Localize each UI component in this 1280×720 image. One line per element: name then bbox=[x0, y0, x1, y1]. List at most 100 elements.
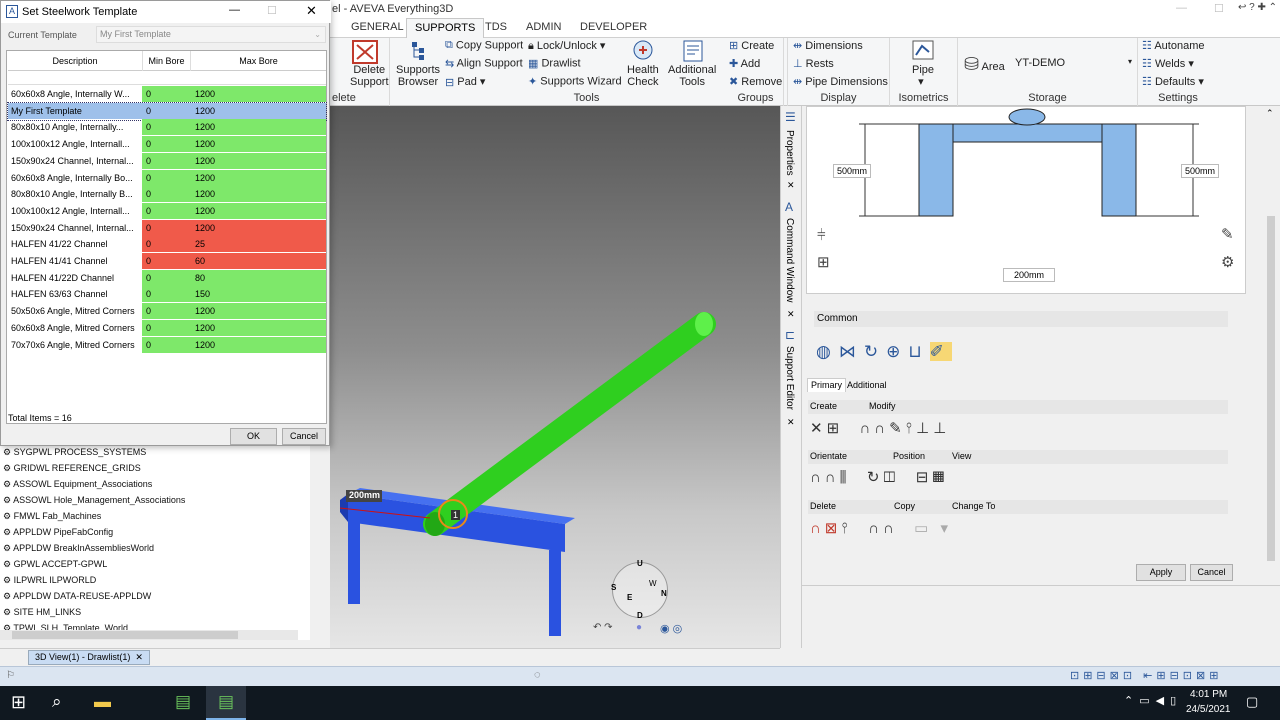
nav-east-label[interactable]: E bbox=[627, 593, 632, 602]
col-min-bore[interactable]: Min Bore bbox=[142, 51, 190, 71]
help-icons[interactable]: ↩ ? ✚ ⌃ bbox=[1238, 2, 1277, 13]
clamp-icon[interactable]: ⊕ bbox=[886, 342, 908, 361]
close-icon[interactable]: ✕ bbox=[787, 417, 795, 428]
tree-item[interactable]: ⚙ GRIDWL REFERENCE_GRIDS bbox=[3, 463, 141, 474]
align-position-icon[interactable]: ◫ bbox=[883, 469, 899, 486]
pipe-iso-button[interactable]: Pipe ▾ bbox=[912, 64, 934, 88]
table-row[interactable]: 150x90x24 Channel, Internal... 0 1200 bbox=[8, 152, 326, 170]
maximize-icon[interactable]: ☐ bbox=[1214, 2, 1224, 15]
nav-dot-icon[interactable]: ● bbox=[636, 622, 642, 633]
grid-filter-row[interactable] bbox=[8, 71, 326, 85]
view-front-icon[interactable]: ⊟ bbox=[916, 469, 933, 486]
cross-member-icon[interactable]: ✕ bbox=[810, 420, 827, 437]
align-support-button[interactable]: ⇆ Align Support bbox=[445, 57, 523, 70]
table-row[interactable]: 150x90x24 Channel, Internal... 0 1200 bbox=[8, 219, 326, 237]
drawlist-button[interactable]: ▦ Drawlist bbox=[528, 57, 581, 70]
tab-supports[interactable]: SUPPORTS bbox=[406, 18, 485, 39]
arch-icon[interactable]: ∩∩ bbox=[860, 420, 890, 437]
clock-date[interactable]: 24/5/2021 bbox=[1186, 704, 1231, 715]
nav-globe-icon[interactable]: ◉ ◎ bbox=[660, 622, 682, 635]
col-description[interactable]: Description bbox=[8, 56, 142, 66]
table-row[interactable]: HALFEN 41/22 Channel 0 25 bbox=[8, 236, 326, 254]
dimensions-button[interactable]: ⇹ Dimensions bbox=[793, 39, 863, 52]
pin-icon[interactable]: ⫯ bbox=[906, 420, 917, 437]
table-row[interactable]: HALFEN 41/41 Channel 0 60 bbox=[8, 253, 326, 270]
member-icon[interactable]: ⫩ bbox=[817, 227, 826, 244]
properties-icon[interactable]: ☰ bbox=[785, 110, 796, 124]
create-group-button[interactable]: ⊞ Create bbox=[729, 39, 774, 52]
search-icon[interactable]: ⌕ bbox=[52, 692, 62, 712]
editor-cancel-button[interactable]: Cancel bbox=[1190, 564, 1233, 581]
change-to-icon[interactable]: ▭ ▾ bbox=[914, 520, 952, 537]
pen-tool-icon[interactable]: ✐ bbox=[929, 342, 952, 361]
rests-button[interactable]: ⊥ Rests bbox=[793, 57, 834, 70]
nav-south-label[interactable]: S bbox=[611, 583, 616, 592]
navigation-globe[interactable]: U S E N D W bbox=[611, 559, 668, 620]
supports-wizard-button[interactable]: ✦ Supports Wizard bbox=[528, 75, 622, 88]
supports-browser-button[interactable]: Supports Browser bbox=[396, 64, 440, 88]
minimize-icon[interactable]: — bbox=[1176, 2, 1187, 14]
additional-tools-icon[interactable] bbox=[682, 39, 704, 66]
settings-grid-icon[interactable]: ⚙ bbox=[1221, 253, 1234, 271]
tab-general[interactable]: GENERAL bbox=[351, 21, 404, 33]
notifications-icon[interactable]: ▢ bbox=[1246, 694, 1258, 710]
bowtie-icon[interactable]: ⋈ bbox=[839, 342, 864, 361]
pipe-iso-icon[interactable] bbox=[912, 40, 934, 63]
file-explorer-icon[interactable]: ▬ bbox=[94, 692, 111, 712]
tree-item[interactable]: ⚙ GPWL ACCEPT-GPWL bbox=[3, 559, 107, 570]
globe-icon[interactable]: ◍ bbox=[816, 342, 839, 361]
maximize-icon[interactable]: ☐ bbox=[267, 4, 277, 17]
tree-item[interactable]: ⚙ ASSOWL Equipment_Associations bbox=[3, 479, 152, 490]
tray-icons[interactable]: ⌃▭◀▯ bbox=[1124, 694, 1182, 707]
editor-vscrollbar[interactable]: ⌃ bbox=[1264, 106, 1278, 581]
windows-start-icon[interactable]: ⊞ bbox=[11, 692, 26, 713]
copy-member-icon[interactable]: ∩∩ bbox=[868, 520, 898, 537]
col-max-bore[interactable]: Max Bore bbox=[190, 51, 326, 71]
table-row[interactable]: 80x80x10 Angle, Internally... 0 1200 bbox=[8, 119, 326, 137]
close-icon[interactable]: ✕ bbox=[787, 180, 795, 191]
3d-scene[interactable] bbox=[330, 106, 780, 648]
clock-time[interactable]: 4:01 PM bbox=[1190, 689, 1227, 700]
nav-down-label[interactable]: D bbox=[637, 611, 643, 620]
delete-leg-icon[interactable]: ⫯ bbox=[841, 520, 852, 537]
add-group-button[interactable]: ✚ Add bbox=[729, 57, 760, 70]
view-grid-icon[interactable]: ▦ bbox=[932, 469, 948, 486]
rotate-icon[interactable]: ↻ bbox=[864, 342, 886, 361]
chevron-down-icon[interactable]: ⌄ bbox=[314, 27, 321, 42]
nav-west-label[interactable]: W bbox=[649, 579, 657, 588]
explorer-hscrollbar[interactable] bbox=[0, 630, 298, 640]
explorer-scroll-thumb[interactable] bbox=[12, 631, 238, 639]
apply-button[interactable]: Apply bbox=[1136, 564, 1186, 581]
member-add-icon[interactable]: ⊞ bbox=[817, 253, 830, 271]
delete-support-icon[interactable] bbox=[352, 40, 378, 64]
pad-button[interactable]: ⊟ Pad ▾ bbox=[445, 75, 485, 89]
health-check-button[interactable]: Health Check bbox=[627, 64, 659, 88]
table-row[interactable]: 60x60x8 Angle, Mitred Corners 0 1200 bbox=[8, 319, 326, 337]
tab-command-window[interactable]: Command Window bbox=[784, 218, 795, 302]
ok-button[interactable]: OK bbox=[230, 428, 277, 445]
table-row[interactable]: 100x100x12 Angle, Internall... 0 1200 bbox=[8, 136, 326, 154]
tree-item[interactable]: ⚙ SYGPWL PROCESS_SYSTEMS bbox=[3, 447, 146, 458]
dialog-cancel-button[interactable]: Cancel bbox=[282, 428, 326, 445]
delete-member-icon[interactable]: ∩ bbox=[810, 520, 825, 537]
supports-browser-icon[interactable] bbox=[410, 40, 430, 65]
chat-icon[interactable]: ◌ bbox=[534, 669, 541, 681]
health-check-icon[interactable] bbox=[632, 39, 654, 66]
tab-primary[interactable]: Primary bbox=[807, 378, 846, 392]
status-tool-icons[interactable]: ⊡⊞⊟⊠⊡ ⇤⊞⊟⊡⊠⊞ bbox=[1070, 669, 1222, 682]
support-editor-icon[interactable]: ⊏ bbox=[785, 328, 795, 342]
tree-item[interactable]: ⚙ APPLDW BreakInAssembliesWorld bbox=[3, 543, 154, 554]
defaults-button[interactable]: ☷ Defaults ▾ bbox=[1142, 75, 1204, 88]
close-icon[interactable]: ✕ bbox=[306, 3, 317, 19]
additional-tools-button[interactable]: Additional Tools bbox=[668, 64, 716, 88]
close-icon[interactable]: ✕ bbox=[135, 652, 143, 662]
tab-developer[interactable]: DEVELOPER bbox=[580, 21, 647, 33]
pipe[interactable] bbox=[423, 312, 716, 536]
app-icon-1[interactable]: ▤ bbox=[175, 692, 191, 712]
app-icon-active[interactable]: ▤ bbox=[206, 686, 246, 720]
table-row[interactable]: HALFEN 41/22D Channel 0 80 bbox=[8, 269, 326, 287]
nav-up-label[interactable]: U bbox=[637, 559, 643, 568]
tab-tds[interactable]: TDS bbox=[485, 21, 507, 33]
table-row[interactable]: 50x50x6 Angle, Mitred Corners 0 1200 bbox=[8, 303, 326, 321]
dim-bottom-input[interactable]: 200mm bbox=[1003, 268, 1056, 282]
